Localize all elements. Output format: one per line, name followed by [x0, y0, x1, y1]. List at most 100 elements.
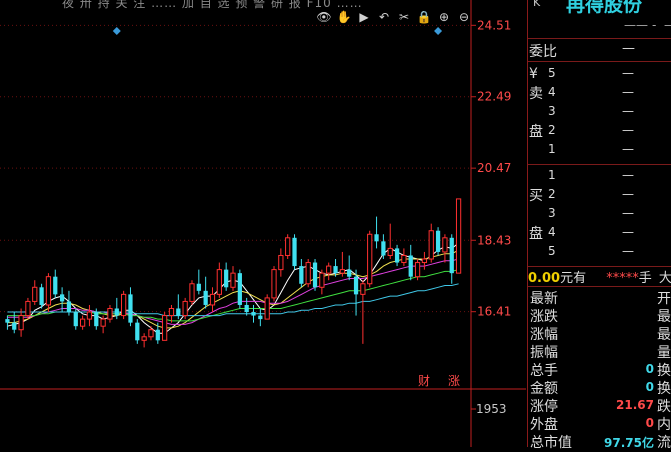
- stat-label: 涨停: [530, 399, 558, 415]
- divider: [528, 38, 671, 39]
- sell-level-5-value: —: [622, 66, 634, 80]
- candle-body: [25, 300, 31, 317]
- candle-body: [271, 269, 277, 299]
- sub-dash-2: -: [652, 18, 657, 32]
- yuan-value: 0.00: [528, 271, 561, 286]
- stat-right-label: 开: [657, 291, 671, 307]
- sub-dash-3: —: [664, 18, 671, 32]
- candle-body: [414, 262, 421, 278]
- stat-value: 97.75亿: [604, 436, 654, 450]
- stars: *****: [606, 271, 639, 286]
- stat-value: 0: [645, 416, 654, 430]
- stat-label: 涨跌: [530, 309, 558, 325]
- stat-right-label: 内: [657, 417, 671, 433]
- sell-level-3-value: —: [622, 104, 634, 118]
- candle-body: [168, 308, 175, 317]
- sell-level-1: 1: [548, 142, 556, 156]
- buy-level-4-value: —: [622, 225, 634, 239]
- candle-body: [374, 234, 379, 242]
- k-label: K: [533, 0, 541, 9]
- y-tick-label: 22.49: [477, 90, 511, 104]
- candle-body: [176, 308, 181, 316]
- buy-level-2: 2: [548, 187, 556, 201]
- candle-body: [66, 301, 72, 313]
- candle-body: [326, 265, 332, 274]
- candle-body: [455, 198, 462, 274]
- candle-body: [251, 312, 256, 316]
- stars-unit: 手: [638, 271, 652, 286]
- candle-body: [408, 255, 413, 277]
- limit-up-tag[interactable]: 涨: [448, 372, 460, 389]
- sell-level-2-value: —: [622, 123, 634, 137]
- candle-body: [230, 272, 236, 288]
- quote-panel: K 再得股份 —— - — 委比 — ¥ 卖 盘 5—4—3—2—1— 买 盘 …: [527, 0, 671, 451]
- weibi-label: 委比: [529, 44, 557, 60]
- sell-level-1-value: —: [622, 142, 634, 156]
- sell-level-4-value: —: [622, 85, 634, 99]
- sell-level-5: 5: [548, 66, 556, 80]
- candle-body: [299, 266, 304, 284]
- buy-label-1: 买: [529, 188, 543, 204]
- stat-label: 振幅: [530, 345, 558, 361]
- stat-right-label: 换: [657, 381, 671, 397]
- stat-value: 21.67: [616, 398, 654, 412]
- candle-body: [107, 308, 113, 320]
- candle-body: [285, 237, 291, 256]
- candle-body: [189, 283, 195, 302]
- candle-body: [12, 322, 17, 330]
- candle-body: [319, 272, 325, 288]
- candle-body: [278, 254, 284, 271]
- candle-body: [347, 269, 352, 277]
- candle-body: [59, 294, 65, 302]
- candle-body: [244, 304, 249, 313]
- y-tick-label: 18.43: [477, 233, 511, 247]
- sell-level-4: 4: [548, 85, 556, 99]
- candle-body: [401, 254, 407, 264]
- candle-body: [421, 258, 428, 264]
- candle-body: [73, 312, 78, 327]
- candle-body: [442, 237, 448, 253]
- candle-body: [339, 269, 345, 274]
- kline-chart[interactable]: 夜 卅 持 关 注 …… 加 自 选 预 警 研 报 F10 …… 👁 ✋ ▶ ↶ ✂ 🔒…: [0, 0, 526, 447]
- candle-body: [18, 315, 24, 331]
- weibi-value: —: [622, 41, 635, 56]
- candle-body: [381, 241, 386, 256]
- buy-label-2: 盘: [529, 226, 543, 242]
- candle-body: [224, 269, 229, 288]
- candle-body: [258, 315, 263, 320]
- divider: [528, 61, 671, 62]
- stat-right-label: 跌: [657, 399, 671, 415]
- stat-right-label: 最: [657, 327, 671, 343]
- candle-body: [148, 329, 154, 338]
- candle-body: [209, 293, 216, 306]
- stat-value: 0: [645, 380, 654, 394]
- candle-body: [121, 293, 127, 317]
- divider: [528, 286, 671, 287]
- candle-body: [312, 262, 318, 288]
- candle-body: [128, 294, 133, 323]
- sell-level-3: 3: [548, 104, 556, 118]
- stat-value: 0: [645, 362, 654, 376]
- stat-right-label: 最: [657, 309, 671, 325]
- buy-level-2-value: —: [622, 187, 634, 201]
- stat-label: 总市值: [530, 435, 572, 451]
- stat-label: 涨幅: [530, 327, 558, 343]
- candle-body: [53, 276, 58, 295]
- candle-body: [264, 297, 270, 320]
- candle-body: [155, 329, 160, 341]
- stat-label: 总手: [530, 363, 558, 379]
- candle-body: [79, 318, 86, 327]
- sell-label-2: 盘: [529, 124, 543, 140]
- y-tick-label: 24.51: [477, 18, 511, 32]
- candle-body: [435, 230, 441, 252]
- stat-right-label: 量: [657, 345, 671, 361]
- candle-body: [394, 248, 400, 263]
- candle-body: [162, 315, 168, 341]
- buy-level-3: 3: [548, 206, 556, 220]
- candle-body: [100, 318, 106, 327]
- candle-body: [45, 276, 52, 306]
- candle-body: [141, 336, 147, 341]
- stat-right-label: 换: [657, 363, 671, 379]
- buy-level-3-value: —: [622, 206, 634, 220]
- finance-tag[interactable]: 财: [418, 372, 430, 389]
